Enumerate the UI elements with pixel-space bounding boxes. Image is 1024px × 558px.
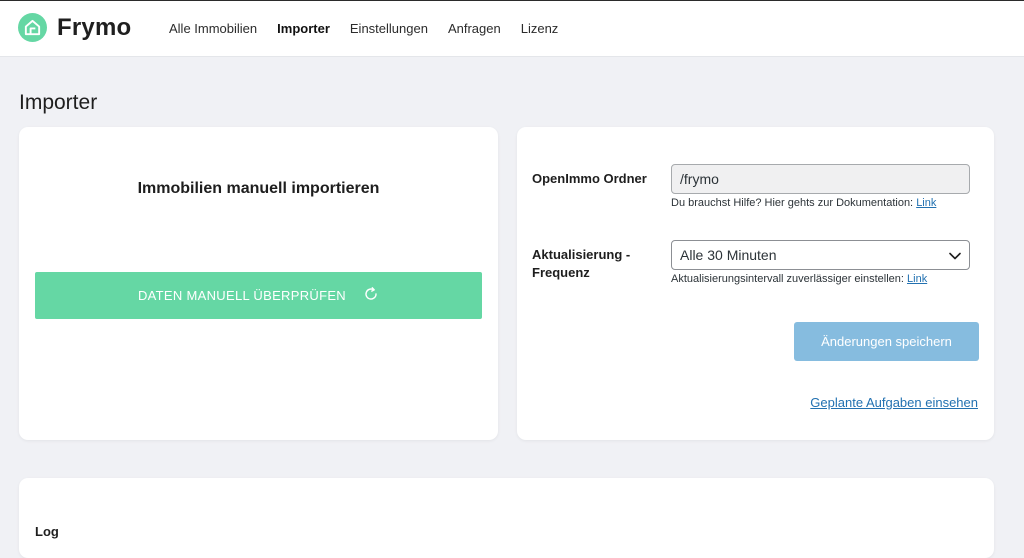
folder-help-link[interactable]: Link	[916, 197, 936, 209]
nav-item-lizenz[interactable]: Lizenz	[521, 21, 559, 37]
scheduled-tasks-link[interactable]: Geplante Aufgaben einsehen	[810, 395, 978, 410]
brand-name: Frymo	[57, 13, 132, 41]
main-nav: Alle Immobilien Importer Einstellungen A…	[169, 21, 578, 37]
save-changes-button[interactable]: Änderungen speichern	[794, 322, 979, 361]
top-bar: Frymo Alle Immobilien Importer Einstellu…	[0, 0, 1024, 56]
folder-label: OpenImmo Ordner	[532, 171, 647, 186]
refresh-icon	[363, 286, 379, 305]
manual-import-title: Immobilien manuell importieren	[137, 180, 380, 197]
folder-help-text: Du brauchst Hilfe? Hier gehts zur Dokume…	[671, 197, 936, 209]
manual-import-card: Immobilien manuell importieren DATEN MAN…	[19, 127, 498, 440]
brand-logo[interactable]: Frymo	[18, 13, 131, 42]
import-settings-card: OpenImmo Ordner Du brauchst Hilfe? Hier …	[517, 127, 994, 440]
nav-item-alle-immobilien[interactable]: Alle Immobilien	[169, 21, 257, 37]
nav-item-einstellungen[interactable]: Einstellungen	[350, 21, 428, 37]
page-title: Importer	[19, 91, 98, 115]
check-data-button-label: DATEN MANUELL ÜBERPRÜFEN	[137, 288, 346, 303]
chevron-down-icon	[949, 247, 961, 263]
frequency-help-text: Aktualisierungsintervall zuverlässiger e…	[671, 273, 927, 285]
frequency-select[interactable]: Alle 30 Minuten	[671, 240, 970, 270]
house-icon	[18, 13, 47, 42]
nav-item-anfragen[interactable]: Anfragen	[448, 21, 501, 37]
frequency-help-link[interactable]: Link	[907, 273, 927, 285]
folder-input[interactable]	[671, 164, 970, 194]
frequency-help-label: Aktualisierungsintervall zuverlässiger e…	[671, 273, 904, 285]
log-card: Log	[19, 478, 994, 558]
frequency-select-value: Alle 30 Minuten	[680, 247, 777, 263]
folder-help-label: Du brauchst Hilfe? Hier gehts zur Dokume…	[671, 197, 914, 209]
check-data-manually-button[interactable]: DATEN MANUELL ÜBERPRÜFEN	[35, 272, 482, 319]
frequency-label: Aktualisierung - Frequenz	[532, 247, 631, 280]
nav-item-importer[interactable]: Importer	[277, 21, 330, 37]
